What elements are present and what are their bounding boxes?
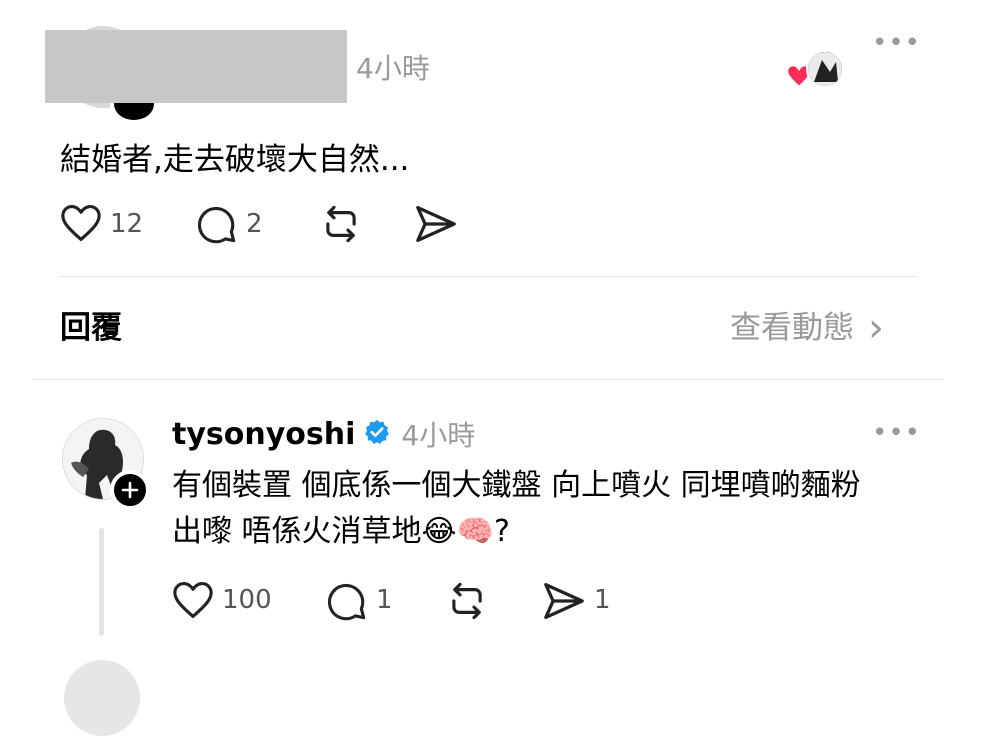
next-reply-avatar[interactable] [64,660,140,736]
heart-outline-icon [173,582,213,618]
reply-text-line2-body: 出嚟 唔係火消草地 [172,514,422,549]
heart-outline-icon [61,205,101,241]
replies-heading: 回覆 [60,310,122,346]
repost-icon [326,205,356,243]
view-activity-label: 查看動態 [730,310,854,346]
original-post-more-button[interactable]: ••• [872,30,921,56]
post-divider [60,276,916,277]
brain-emoji-icon: 🧠 [456,514,494,549]
send-icon [416,206,456,242]
reply-username[interactable]: tysonyoshi [172,417,355,452]
laughing-tears-emoji-icon: 😂 [421,514,457,549]
header-divider [32,379,944,380]
reply-header-row: tysonyoshi 4小時 [172,414,475,454]
repost-button[interactable] [320,203,362,245]
thread-line [99,528,104,636]
redacted-username-block [45,30,347,103]
reply-repost-button[interactable] [446,580,488,622]
share-button[interactable] [414,204,458,244]
reply-like-button[interactable] [172,581,214,619]
verified-badge-icon [363,418,391,450]
speech-bubble-icon [327,583,366,621]
reply-text-line2: 出嚟 唔係火消草地😂🧠? [172,512,510,552]
original-post-text: 結婚者,走去破壞大自然... [60,142,410,178]
reply-time: 4小時 [401,419,476,452]
repost-icon [452,582,482,620]
follow-plus-icon[interactable] [110,470,150,510]
reply-share-button[interactable] [542,581,586,621]
speech-bubble-icon [197,206,236,244]
reply-text-line1: 有個裝置 個底係一個大鐵盤 向上噴火 同埋噴啲麵粉 [172,468,861,503]
original-post-time: 4小時 [356,52,430,85]
like-count: 12 [110,209,144,239]
like-button[interactable] [60,204,102,242]
reply-like-count: 100 [222,585,272,615]
reply-comment-button[interactable] [326,580,368,622]
liked-by-avatar[interactable] [806,50,844,88]
reply-more-button[interactable]: ••• [872,420,921,446]
view-activity-link[interactable]: 查看動態 › [730,308,884,348]
reply-share-count: 1 [594,585,611,615]
comment-count: 2 [246,209,263,239]
question-mark: ? [493,514,510,549]
chevron-right-icon: › [868,305,884,351]
reply-comment-count: 1 [376,585,393,615]
send-icon [544,583,584,619]
comment-button[interactable] [196,203,238,245]
